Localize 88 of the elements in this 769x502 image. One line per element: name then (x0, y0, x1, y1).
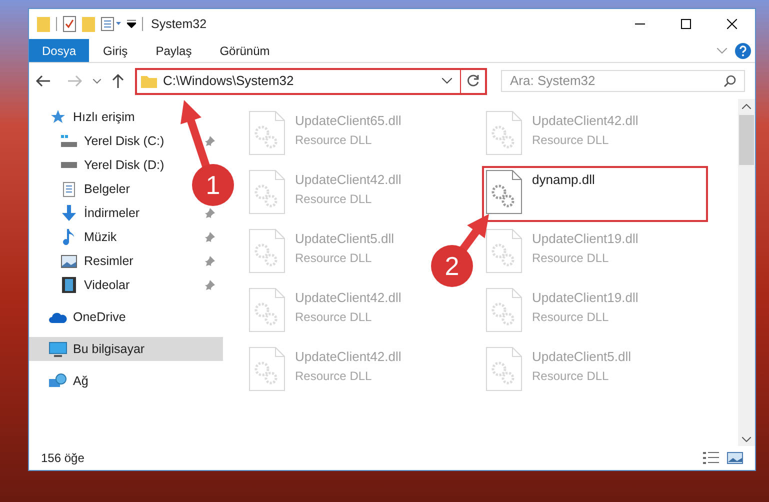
nav-item[interactable]: Müzik (29, 225, 123, 249)
file-type: Resource DLL (295, 132, 373, 148)
pin-icon[interactable] (205, 136, 215, 146)
properties-icon[interactable] (101, 16, 121, 32)
nav-label: Ağ (73, 372, 88, 390)
chevron-down-icon[interactable] (93, 78, 101, 84)
pin-icon[interactable] (205, 280, 215, 290)
download-icon (61, 205, 77, 221)
address-path: C:\Windows\System32 (163, 72, 294, 90)
file-item[interactable]: dynamp.dll (482, 166, 708, 222)
music-icon (63, 229, 75, 245)
nav-label: İndirmeler (84, 204, 140, 222)
drive-icon (61, 135, 77, 147)
scroll-up-icon[interactable] (742, 104, 751, 109)
window-title: System32 (151, 16, 207, 33)
help-icon[interactable] (735, 42, 751, 58)
search-icon[interactable] (724, 75, 736, 87)
large-icons-view-icon[interactable] (727, 452, 743, 464)
nav-item[interactable]: Resimler (29, 249, 140, 273)
details-view-icon[interactable] (703, 452, 719, 464)
nav-label: Resimler (84, 252, 134, 270)
file-type: Resource DLL (295, 250, 373, 266)
maximize-icon (681, 19, 691, 29)
file-name: UpdateClient19.dll (532, 289, 638, 307)
file-type: Resource DLL (532, 132, 610, 148)
pin-icon[interactable] (205, 208, 215, 218)
file-name: UpdateClient19.dll (532, 230, 638, 248)
pin-icon[interactable] (205, 256, 215, 266)
back-arrow-icon[interactable] (35, 74, 51, 88)
checklist-icon[interactable] (63, 16, 76, 32)
pictures-icon (61, 254, 77, 268)
address-bar[interactable]: C:\Windows\System32 (135, 68, 487, 94)
nav-item[interactable]: İndirmeler (29, 201, 146, 225)
nav-label: Hızlı erişim (73, 108, 135, 126)
cloud-icon (49, 312, 67, 322)
nav-label: Videolar (84, 276, 130, 294)
chevron-down-icon[interactable] (442, 78, 452, 84)
up-arrow-icon[interactable] (111, 73, 125, 89)
item-count: 156 öğe (41, 450, 84, 467)
file-name: dynamp.dll (532, 171, 595, 189)
file-name: UpdateClient42.dll (295, 289, 402, 307)
search-placeholder: Ara: System32 (510, 72, 596, 90)
drive-icon (61, 162, 77, 168)
network-icon (49, 373, 67, 389)
scroll-down-icon[interactable] (742, 437, 751, 442)
nav-item[interactable]: Yerel Disk (D:) (29, 153, 170, 177)
file-name: UpdateClient5.dll (295, 230, 394, 248)
nav-label: Bu bilgisayar (73, 340, 145, 358)
nav-item[interactable]: Belgeler (29, 177, 136, 201)
file-name: UpdateClient5.dll (532, 348, 632, 366)
nav-item[interactable]: Hızlı erişim (29, 105, 141, 129)
file-name: UpdateClient65.dll (295, 112, 402, 130)
file-type: Resource DLL (295, 190, 373, 208)
step-number-badge: 2 (431, 245, 473, 287)
ribbon-tab[interactable]: Giriş (89, 39, 142, 62)
file-name: UpdateClient42.dll (295, 171, 402, 189)
nav-item[interactable]: Ağ (29, 369, 94, 393)
close-icon (727, 19, 737, 29)
nav-item[interactable]: OneDrive (29, 305, 132, 329)
file-tab[interactable]: Dosya (29, 39, 90, 62)
file-name: UpdateClient42.dll (532, 112, 638, 130)
nav-label: Müzik (84, 228, 117, 246)
nav-label: Yerel Disk (D:) (84, 156, 164, 174)
docs-icon (63, 182, 75, 196)
file-type: Resource DLL (532, 368, 610, 384)
file-name: UpdateClient42.dll (295, 348, 402, 366)
star-icon (51, 110, 65, 124)
nav-label: Belgeler (84, 180, 130, 198)
ribbon-tab[interactable]: Görünüm (206, 39, 284, 62)
videos-icon (62, 277, 76, 293)
file-type: Resource DLL (532, 250, 610, 266)
ribbon-tab[interactable]: Paylaş (142, 39, 206, 62)
nav-item[interactable]: Bu bilgisayar (29, 337, 223, 361)
pin-icon[interactable] (205, 232, 215, 242)
scrollbar-thumb[interactable] (739, 115, 754, 165)
nav-item[interactable]: Yerel Disk (C:) (29, 129, 170, 153)
scrollbar[interactable] (738, 99, 755, 446)
dropdown-caret-icon[interactable] (127, 20, 136, 28)
step-number-badge: 1 (192, 164, 234, 206)
file-type: Resource DLL (532, 308, 610, 326)
file-type: Resource DLL (295, 308, 373, 326)
file-type: Resource DLL (295, 368, 373, 384)
nav-label: Yerel Disk (C:) (84, 132, 164, 150)
refresh-icon[interactable] (466, 74, 480, 88)
pc-icon (49, 342, 67, 356)
nav-label: OneDrive (73, 308, 126, 326)
folder-icon (141, 74, 157, 88)
nav-item[interactable]: Videolar (29, 273, 136, 297)
